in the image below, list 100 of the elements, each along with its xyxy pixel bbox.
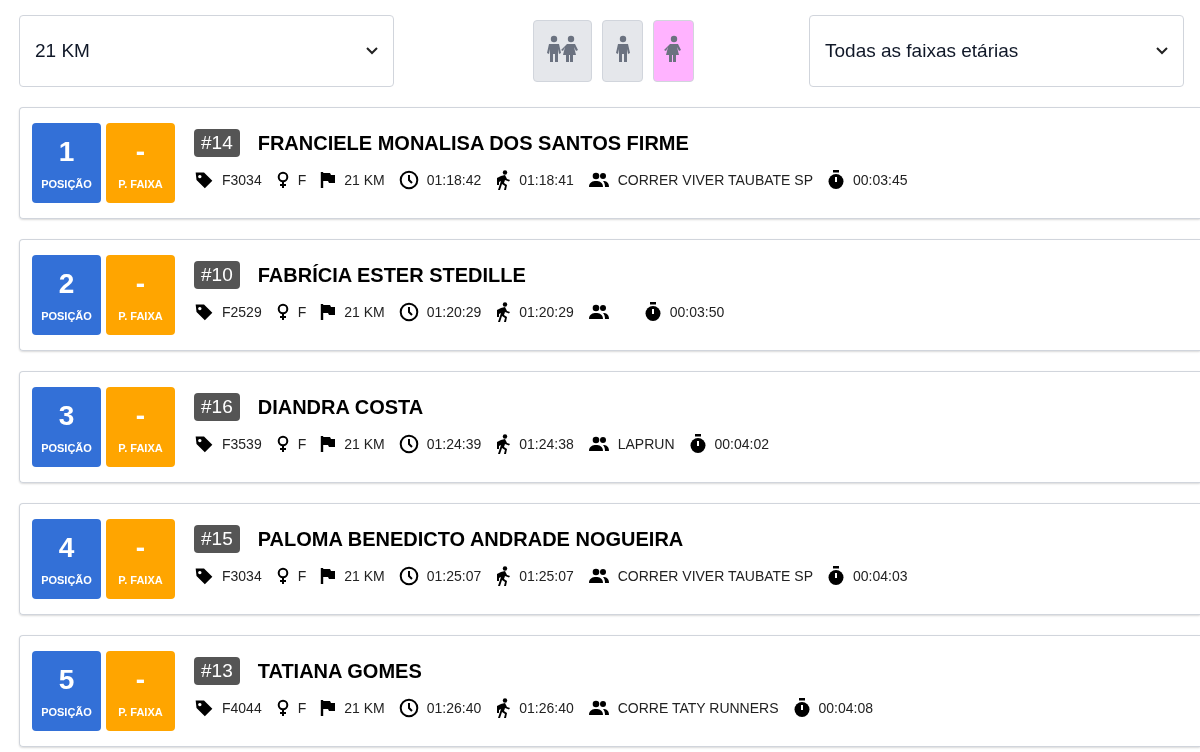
band-position-label: P. FAIXA: [118, 572, 163, 588]
running-person-icon: [495, 302, 512, 322]
team-text: LAPRUN: [617, 434, 675, 454]
female-symbol-icon: [275, 567, 290, 585]
chip-text: F4044: [222, 698, 262, 718]
team-text: CORRE TATY RUNNERS: [617, 698, 779, 718]
gross-time-text: 01:20:29: [426, 302, 482, 322]
running-person-icon: [495, 698, 512, 718]
sex-text: F: [297, 698, 307, 718]
clock-icon: [398, 302, 419, 322]
group-icon: [587, 304, 610, 320]
running-person-icon: [495, 566, 512, 586]
gross-time-text: 01:26:40: [426, 698, 482, 718]
net-time-text: 01:20:29: [519, 302, 574, 322]
age-range-select[interactable]: Todas as faixas etárias: [809, 15, 1184, 87]
running-person-icon: [495, 170, 512, 190]
net-time-text: 01:25:07: [519, 566, 574, 586]
chip-text: F2529: [222, 302, 262, 322]
bib-number-tag: #13: [194, 656, 240, 685]
bib-number-tag: #10: [194, 260, 240, 289]
band-position-label: P. FAIXA: [118, 176, 163, 192]
position-number: 2: [58, 266, 75, 301]
chevron-down-icon: [366, 47, 378, 55]
stopwatch-icon: [827, 170, 845, 190]
band-position-number: -: [135, 398, 146, 433]
bib-number-tag: #15: [194, 524, 240, 553]
flag-icon: [320, 435, 337, 453]
tag-icon: [194, 566, 214, 586]
distance-select[interactable]: 21 KM: [19, 15, 394, 87]
female-symbol-icon: [275, 171, 290, 189]
position-number: 4: [58, 530, 75, 565]
position-number: 3: [58, 398, 75, 433]
band-position-label: P. FAIXA: [118, 308, 163, 324]
flag-icon: [320, 303, 337, 321]
distance-text: 21 KM: [344, 170, 385, 190]
pace-text: 00:04:03: [853, 566, 908, 586]
gross-time-text: 01:18:42: [426, 170, 482, 190]
female-symbol-icon: [275, 435, 290, 453]
clock-icon: [398, 698, 419, 718]
position-number: 5: [58, 662, 75, 697]
athlete-name: FABRÍCIA ESTER STEDILLE: [257, 262, 526, 288]
flag-icon: [320, 699, 337, 717]
chevron-down-icon: [1156, 47, 1168, 55]
group-icon: [587, 172, 610, 188]
female-symbol-icon: [275, 699, 290, 717]
band-position-label: P. FAIXA: [118, 704, 163, 720]
team-text: CORRER VIVER TAUBATE SP: [617, 566, 813, 586]
athlete-name: PALOMA BENEDICTO ANDRADE NOGUEIRA: [257, 526, 684, 552]
group-icon: [587, 436, 610, 452]
chip-text: F3034: [222, 566, 262, 586]
pace-text: 00:04:02: [714, 434, 770, 454]
sex-text: F: [297, 434, 307, 454]
athlete-name: FRANCIELE MONALISA DOS SANTOS FIRME: [257, 130, 689, 156]
bib-number-tag: #16: [194, 392, 240, 421]
stopwatch-icon: [643, 302, 662, 322]
position-label: POSIÇÃO: [41, 440, 92, 456]
net-time-text: 01:24:38: [519, 434, 574, 454]
bib-number-tag: #14: [194, 128, 240, 157]
gross-time-text: 01:24:39: [426, 434, 482, 454]
select-value: 21 KM: [35, 38, 90, 63]
chip-text: F3034: [222, 170, 262, 190]
distance-text: 21 KM: [344, 302, 385, 322]
female-symbol-icon: [275, 303, 290, 321]
distance-text: 21 KM: [344, 698, 385, 718]
position-label: POSIÇÃO: [41, 704, 92, 720]
stopwatch-icon: [792, 698, 811, 718]
chip-text: F3539: [222, 434, 262, 454]
sex-text: F: [297, 566, 307, 586]
gross-time-text: 01:25:07: [426, 566, 482, 586]
athlete-name: DIANDRA COSTA: [257, 394, 424, 420]
net-time-text: 01:26:40: [519, 698, 574, 718]
position-number: 1: [58, 134, 75, 169]
gender-filter-button[interactable]: [653, 20, 694, 82]
tag-icon: [194, 170, 214, 190]
stopwatch-icon: [688, 434, 707, 454]
group-icon: [587, 700, 610, 716]
clock-icon: [398, 170, 419, 190]
gender-filter-button[interactable]: [533, 20, 592, 82]
tag-icon: [194, 434, 214, 454]
position-label: POSIÇÃO: [41, 308, 92, 324]
distance-text: 21 KM: [344, 566, 385, 586]
sex-text: F: [297, 170, 307, 190]
position-label: POSIÇÃO: [41, 176, 92, 192]
pace-text: 00:04:08: [818, 698, 873, 718]
running-person-icon: [495, 434, 512, 454]
tag-icon: [194, 698, 214, 718]
team-text: CORRER VIVER TAUBATE SP: [617, 170, 813, 190]
athlete-name: TATIANA GOMES: [257, 658, 422, 684]
band-position-label: P. FAIXA: [118, 440, 163, 456]
clock-icon: [398, 434, 419, 454]
net-time-text: 01:18:41: [519, 170, 574, 190]
select-value: Todas as faixas etárias: [825, 38, 1019, 63]
tag-icon: [194, 302, 214, 322]
flag-icon: [320, 567, 337, 585]
flag-icon: [320, 171, 337, 189]
group-icon: [587, 568, 610, 584]
position-label: POSIÇÃO: [41, 572, 92, 588]
gender-filter-button[interactable]: [602, 20, 643, 82]
band-position-number: -: [135, 530, 146, 565]
band-position-number: -: [135, 266, 146, 301]
